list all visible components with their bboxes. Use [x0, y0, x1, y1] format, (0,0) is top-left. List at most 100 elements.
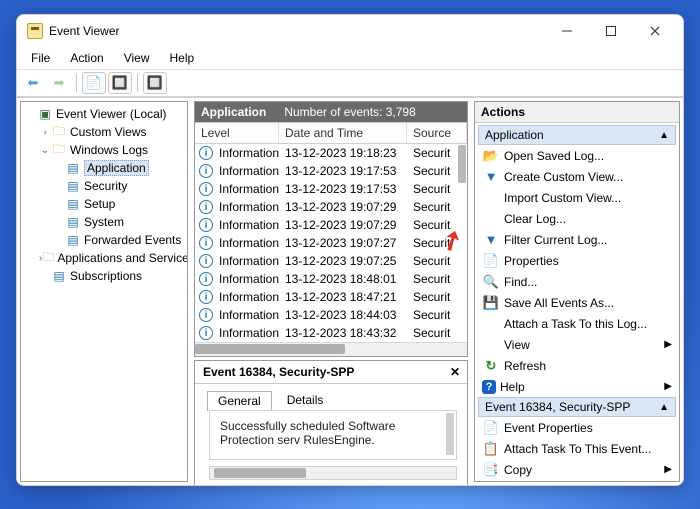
detail-message: Successfully scheduled Software Protecti…: [209, 410, 457, 460]
action-item[interactable]: Attach a Task To this Log...: [478, 313, 676, 334]
tree-item[interactable]: ▤Setup: [23, 195, 185, 213]
cell-date: 13-12-2023 19:07:29: [279, 200, 407, 214]
minimize-icon: [561, 25, 573, 37]
tree-item[interactable]: ›🗀Custom Views: [23, 123, 185, 141]
detail-text: Successfully scheduled Software Protecti…: [220, 419, 395, 447]
event-row[interactable]: iInformation13-12-2023 19:17:53Securit: [195, 180, 467, 198]
tab-general[interactable]: General: [207, 391, 272, 411]
tree-item[interactable]: ▣Event Viewer (Local): [23, 105, 185, 123]
tree-item[interactable]: ▤Forwarded Events: [23, 231, 185, 249]
action-label: View: [504, 338, 530, 352]
action-item[interactable]: ▼Filter Current Log...: [478, 229, 676, 250]
tree-item[interactable]: ▤System: [23, 213, 185, 231]
col-source[interactable]: Source: [407, 123, 467, 143]
cell-date: 13-12-2023 19:17:53: [279, 164, 407, 178]
action-item[interactable]: 📑Copy▶: [478, 459, 676, 480]
tree-item-label: Custom Views: [70, 125, 146, 139]
log-icon: ▤: [51, 269, 67, 283]
action-item[interactable]: 📄Properties: [478, 250, 676, 271]
action-item[interactable]: Import Custom View...: [478, 187, 676, 208]
tree-item[interactable]: ›🗀Applications and Services Logs: [23, 249, 185, 267]
menu-file[interactable]: File: [23, 49, 58, 67]
tree-item[interactable]: ▤Subscriptions: [23, 267, 185, 285]
action-item[interactable]: 📂Open Saved Log...: [478, 145, 676, 166]
cell-date: 13-12-2023 18:44:03: [279, 308, 407, 322]
tab-details[interactable]: Details: [276, 390, 335, 410]
menu-action[interactable]: Action: [62, 49, 111, 67]
tree-item-label: System: [84, 215, 124, 229]
menu-help[interactable]: Help: [162, 49, 203, 67]
action-label: Import Custom View...: [504, 191, 621, 205]
event-row[interactable]: iInformation13-12-2023 18:43:32Securit: [195, 324, 467, 342]
actions-group-header[interactable]: Application▲: [478, 125, 676, 145]
tree-item[interactable]: ▤Application: [23, 159, 185, 177]
action-item[interactable]: 📋Attach Task To This Event...: [478, 438, 676, 459]
toolbar-button-2[interactable]: 🔲: [108, 72, 132, 94]
folder-icon: 🗀: [42, 251, 54, 265]
actions-group-label: Application: [485, 128, 544, 142]
app-icon: [27, 23, 43, 39]
tree-item-label: Setup: [84, 197, 115, 211]
event-row[interactable]: iInformation13-12-2023 19:18:23Securit: [195, 144, 467, 162]
event-row[interactable]: iInformation13-12-2023 19:07:29Securit: [195, 216, 467, 234]
action-item[interactable]: 💾Save All Events As...: [478, 292, 676, 313]
info-icon: i: [199, 308, 213, 322]
detail-horizontal-scrollbar[interactable]: [209, 466, 457, 480]
tree-item[interactable]: ▤Security: [23, 177, 185, 195]
toolbar-button-3[interactable]: 🔲: [143, 72, 167, 94]
action-icon: 📄: [482, 420, 500, 436]
grid-body[interactable]: iInformation13-12-2023 19:18:23SecuritiI…: [195, 144, 467, 342]
action-item[interactable]: View▶: [478, 334, 676, 355]
cell-level: Information: [213, 200, 279, 214]
col-date[interactable]: Date and Time: [279, 123, 407, 143]
action-item[interactable]: ?Help▶: [478, 376, 676, 397]
detail-tabs: General Details: [195, 384, 467, 410]
info-icon: i: [199, 218, 213, 232]
menubar[interactable]: File Action View Help: [17, 47, 683, 70]
titlebar[interactable]: Event Viewer: [17, 15, 683, 47]
action-item[interactable]: 📄Event Properties: [478, 417, 676, 438]
event-row[interactable]: iInformation13-12-2023 18:48:01Securit: [195, 270, 467, 288]
actions-group-header[interactable]: Event 16384, Security-SPP▲: [478, 397, 676, 417]
close-button[interactable]: [633, 17, 677, 45]
action-label: Help: [500, 380, 525, 394]
action-item[interactable]: ▼Create Custom View...: [478, 166, 676, 187]
forward-button[interactable]: ➡: [47, 72, 71, 94]
event-row[interactable]: iInformation13-12-2023 19:07:29Securit: [195, 198, 467, 216]
back-button[interactable]: ⬅: [21, 72, 45, 94]
center-panel: Application Number of events: 3,798 Leve…: [191, 98, 471, 485]
action-icon: 🔍: [482, 274, 500, 290]
horizontal-scrollbar[interactable]: [195, 342, 467, 356]
cell-source: Securit: [407, 218, 467, 232]
vertical-scrollbar[interactable]: [458, 145, 466, 183]
action-icon: 💾: [482, 295, 500, 311]
grid-columns[interactable]: Level Date and Time Source: [195, 123, 467, 144]
action-item[interactable]: Clear Log...: [478, 208, 676, 229]
event-row[interactable]: iInformation13-12-2023 19:07:27Securit: [195, 234, 467, 252]
info-icon: i: [199, 182, 213, 196]
info-icon: i: [199, 272, 213, 286]
cell-source: Securit: [407, 200, 467, 214]
cell-date: 13-12-2023 18:48:01: [279, 272, 407, 286]
scope-tree[interactable]: ▣Event Viewer (Local)›🗀Custom Views⌄🗀Win…: [21, 102, 187, 481]
log-icon: ▤: [65, 215, 81, 229]
cell-date: 13-12-2023 19:17:53: [279, 182, 407, 196]
menu-view[interactable]: View: [116, 49, 158, 67]
event-row[interactable]: iInformation13-12-2023 19:07:25Securit: [195, 252, 467, 270]
toolbar-button-1[interactable]: 📄: [82, 72, 106, 94]
action-label: Clear Log...: [504, 212, 566, 226]
col-level[interactable]: Level: [195, 123, 279, 143]
action-item[interactable]: 🔍Find...: [478, 271, 676, 292]
cell-level: Information: [213, 236, 279, 250]
event-row[interactable]: iInformation13-12-2023 18:47:21Securit: [195, 288, 467, 306]
action-item[interactable]: ↻Refresh: [478, 355, 676, 376]
tree-item[interactable]: ⌄🗀Windows Logs: [23, 141, 185, 159]
detail-vertical-scrollbar[interactable]: [446, 413, 454, 455]
event-row[interactable]: iInformation13-12-2023 18:44:03Securit: [195, 306, 467, 324]
maximize-button[interactable]: [589, 17, 633, 45]
detail-close-button[interactable]: ✕: [445, 365, 465, 379]
tree-twist-icon[interactable]: ⌄: [39, 145, 51, 156]
minimize-button[interactable]: [545, 17, 589, 45]
tree-twist-icon[interactable]: ›: [39, 127, 51, 138]
event-row[interactable]: iInformation13-12-2023 19:17:53Securit: [195, 162, 467, 180]
